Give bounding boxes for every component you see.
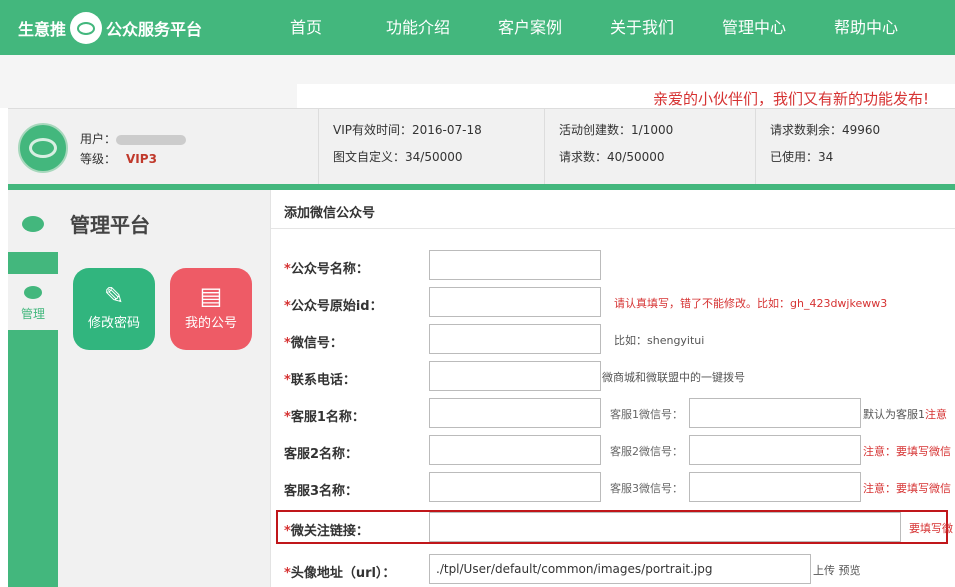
field-label: 微关注链接：	[290, 524, 369, 539]
request-remaining: 请求数剩余：49960	[770, 123, 881, 137]
follow-link-input[interactable]	[429, 512, 901, 542]
field-label: 公众号原始id：	[290, 299, 383, 314]
cs2-wechat-label: 客服2微信号：	[610, 445, 683, 458]
cs2-wechat-input[interactable]	[689, 435, 861, 465]
logo-text-left: 生意推	[18, 20, 67, 39]
row-account-name: *公众号名称：	[271, 250, 955, 282]
tile-label: 修改密码	[87, 316, 140, 331]
cs1-wechat-label: 客服1微信号：	[610, 408, 683, 421]
required-star: *	[284, 373, 291, 388]
my-account-tile[interactable]: ▤ 我的公号	[170, 268, 252, 350]
cs1-hint: 默认为客服1注意	[863, 408, 947, 421]
pencil-icon: ✎	[103, 282, 125, 310]
chat-bubble-icon	[22, 216, 44, 232]
used-count: 已使用：34	[770, 150, 834, 164]
request-count: 请求数：40/50000	[559, 150, 665, 164]
form-title: 添加微信公众号	[284, 206, 376, 221]
nav-help[interactable]: 帮助中心	[810, 0, 922, 55]
vip-expire: VIP有效时间：2016-07-18	[333, 123, 482, 137]
chat-bubble-icon	[24, 286, 42, 299]
preview-link[interactable]: 预览	[839, 564, 861, 577]
row-cs2: 客服2名称： 客服2微信号： 注意：要填写微信	[271, 435, 955, 467]
sidebar-rail: 管理	[8, 252, 58, 587]
sidebar-title: 管理平台	[70, 213, 150, 237]
sidebar-header: 管理平台	[8, 190, 270, 252]
row-cs1: *客服1名称： 客服1微信号： 默认为客服1注意	[271, 398, 955, 430]
required-star: *	[284, 524, 291, 539]
field-label: 客服1名称：	[290, 410, 365, 425]
account-name-input[interactable]	[429, 250, 601, 280]
field-label: 微信号：	[290, 336, 343, 351]
phone-hint: 微商城和微联盟中的一键拨号	[602, 371, 745, 384]
field-label: 联系电话：	[290, 373, 356, 388]
sidebar-tab-manage[interactable]: 管理	[8, 274, 58, 330]
divider	[271, 228, 955, 229]
avatar	[18, 123, 68, 173]
news-custom-count: 图文自定义：34/50000	[333, 150, 463, 164]
user-info: 用户： 等级： VIP3	[80, 129, 187, 169]
required-star: *	[284, 336, 291, 351]
required-star: *	[284, 410, 291, 425]
change-password-tile[interactable]: ✎ 修改密码	[73, 268, 155, 350]
chat-bubble-icon	[70, 12, 103, 44]
field-label: 客服3名称：	[284, 484, 359, 499]
origin-id-input[interactable]	[429, 287, 601, 317]
cs3-hint: 注意：要填写微信	[863, 482, 951, 495]
top-nav-bar: 生意推 公众服务平台 首页 功能介绍 客户案例 关于我们 管理中心 帮助中心	[0, 0, 955, 55]
row-wechat-id: *微信号： 比如：shengyitui	[271, 324, 955, 356]
cs2-hint: 注意：要填写微信	[863, 445, 951, 458]
row-follow-link: *微关注链接： 要填写微	[271, 510, 955, 544]
user-label: 用户：	[80, 132, 117, 146]
activity-count: 活动创建数：1/1000	[559, 123, 674, 137]
cs1-wechat-input[interactable]	[689, 398, 861, 428]
origin-id-hint: 请认真填写，错了不能修改。比如：gh_423dwjkeww3	[614, 297, 888, 310]
announcement-text[interactable]: 亲爱的小伙伴们，我们又有新的功能发布!	[653, 88, 929, 109]
main-form-area: 添加微信公众号 *公众号名称： *公众号原始id： 请认真填写，错了不能修改。比…	[270, 190, 955, 587]
field-label: 公众号名称：	[290, 262, 369, 277]
nav-cases[interactable]: 客户案例	[474, 0, 586, 55]
required-star: *	[284, 566, 291, 581]
certificate-icon: ▤	[199, 282, 223, 310]
main-nav: 首页 功能介绍 客户案例 关于我们 管理中心 帮助中心	[250, 0, 922, 55]
logo-text-right: 公众服务平台	[106, 20, 203, 39]
nav-home[interactable]: 首页	[250, 0, 362, 55]
row-avatar-url: *头像地址（url）： 上传 预览	[271, 554, 955, 586]
row-cs3: 客服3名称： 客服3微信号： 注意：要填写微信	[271, 472, 955, 504]
wechat-id-input[interactable]	[429, 324, 601, 354]
stat-column-3: 请求数剩余：49960 已使用：34	[755, 109, 955, 185]
follow-link-hint: 要填写微	[909, 522, 953, 535]
nav-features[interactable]: 功能介绍	[362, 0, 474, 55]
cs2-name-input[interactable]	[429, 435, 601, 465]
required-star: *	[284, 262, 291, 277]
content-shell: 用户： 等级： VIP3 VIP有效时间：2016-07-18 图文自定义：34/…	[8, 108, 955, 587]
sidebar-tab-label: 管理	[20, 307, 45, 321]
phone-input[interactable]	[429, 361, 601, 391]
cs3-wechat-input[interactable]	[689, 472, 861, 502]
nav-management[interactable]: 管理中心	[698, 0, 810, 55]
required-star: *	[284, 299, 291, 314]
level-value: VIP3	[126, 152, 157, 166]
stat-column-1: VIP有效时间：2016-07-18 图文自定义：34/50000	[318, 109, 543, 185]
user-info-bar: 用户： 等级： VIP3 VIP有效时间：2016-07-18 图文自定义：34/…	[8, 108, 955, 185]
level-label: 等级：	[80, 152, 117, 166]
row-origin-id: *公众号原始id： 请认真填写，错了不能修改。比如：gh_423dwjkeww3	[271, 287, 955, 319]
username-blurred	[116, 134, 187, 145]
row-phone: *联系电话： 微商城和微联盟中的一键拨号	[271, 361, 955, 393]
avatar-url-input[interactable]	[429, 554, 811, 584]
tile-label: 我的公号	[184, 316, 237, 331]
cs3-wechat-label: 客服3微信号：	[610, 482, 683, 495]
cs1-name-input[interactable]	[429, 398, 601, 428]
cs3-name-input[interactable]	[429, 472, 601, 502]
nav-about[interactable]: 关于我们	[586, 0, 698, 55]
site-logo[interactable]: 生意推 公众服务平台	[18, 10, 202, 46]
upload-link[interactable]: 上传	[813, 564, 835, 577]
field-label: 客服2名称：	[284, 447, 359, 462]
stat-column-2: 活动创建数：1/1000 请求数：40/50000	[544, 109, 754, 185]
field-label: 头像地址（url）：	[290, 566, 396, 581]
wechat-id-hint: 比如：shengyitui	[614, 334, 705, 347]
chat-bubble-icon	[29, 138, 57, 158]
